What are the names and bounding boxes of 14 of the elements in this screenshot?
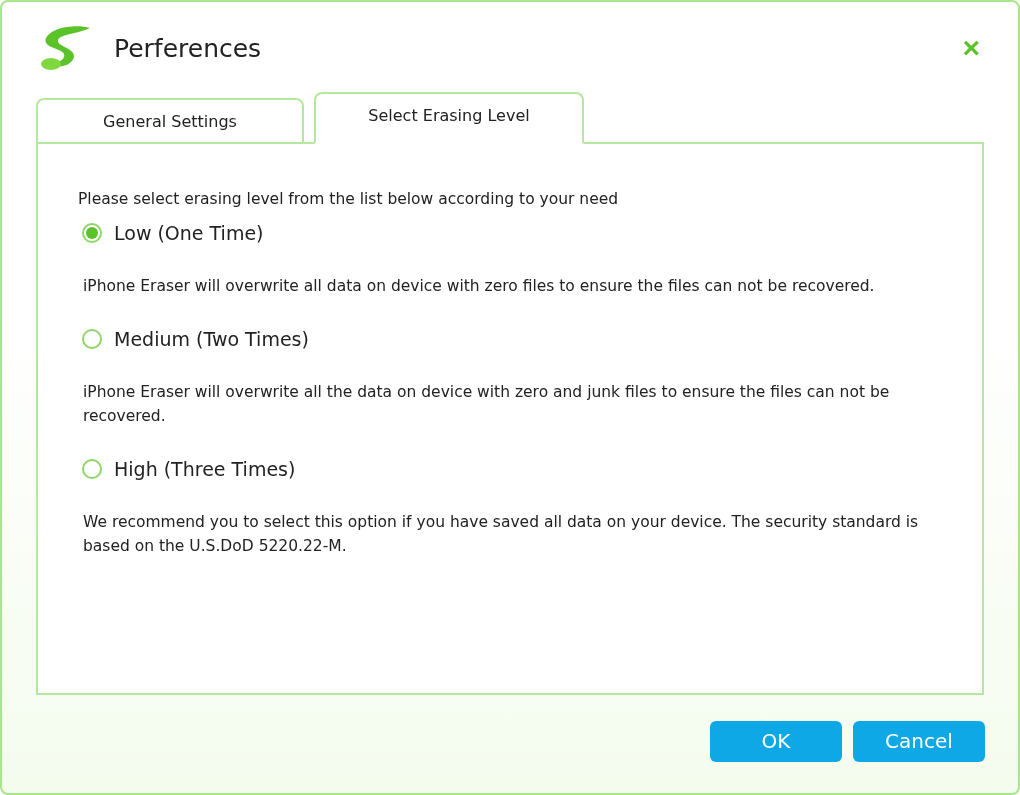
radio-button[interactable] <box>82 223 102 243</box>
option-description: iPhone Eraser will overwrite all the data on device with zero and junk files to ensure the files can not be recovered. <box>83 382 891 427</box>
instruction-text: Please select erasing level from the list below according to your need <box>78 190 620 208</box>
radio-button[interactable] <box>82 329 102 349</box>
option-label[interactable]: High (Three Times) <box>114 458 296 480</box>
option-label[interactable]: Medium (Two Times) <box>114 328 309 350</box>
tab[interactable]: Select Erasing Level <box>314 92 584 144</box>
window-title: Perferences <box>114 33 263 63</box>
option-description: We recommend you to select this option if you have saved all data on your device. The security standard is based on the U.S.DoD 5220.22-M. <box>83 512 920 557</box>
tab[interactable]: General Settings <box>36 98 304 144</box>
radio-button[interactable] <box>82 459 102 479</box>
option-label[interactable]: Low (One Time) <box>114 222 264 244</box>
logo-icon <box>38 24 92 72</box>
option-description: iPhone Eraser will overwrite all data on device with zero files to ensure the files can not be recovered. <box>83 276 876 297</box>
